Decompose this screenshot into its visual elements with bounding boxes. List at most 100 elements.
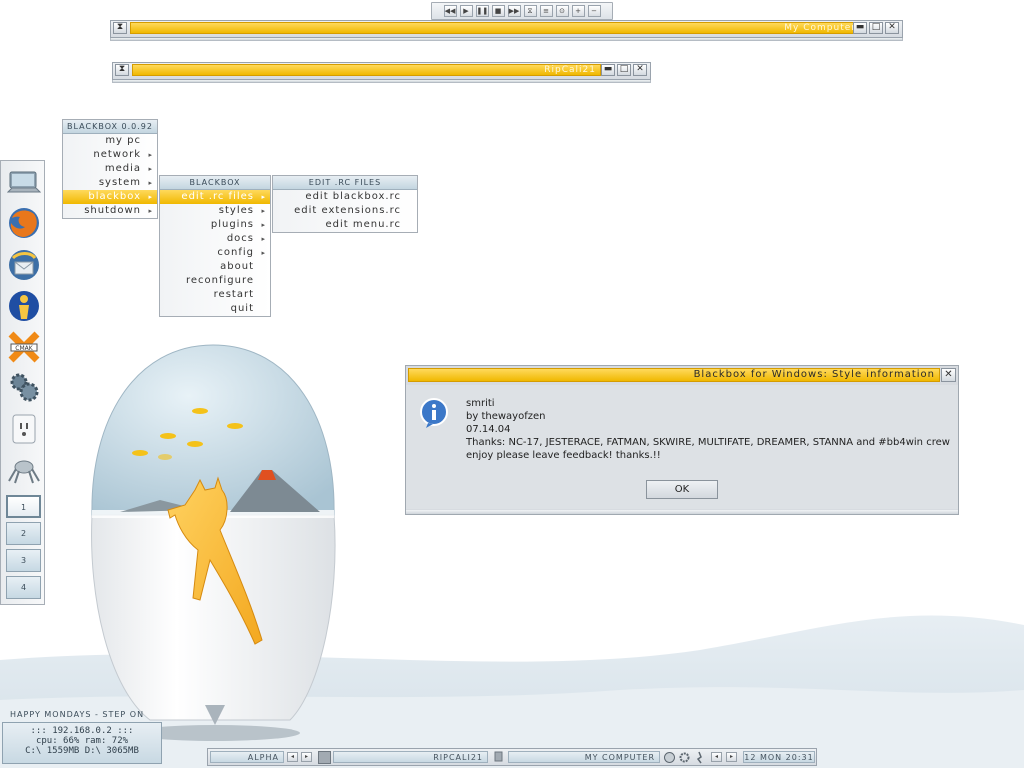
menu-item-config[interactable]: config ▸: [160, 246, 270, 260]
spider-icon[interactable]: [5, 451, 42, 488]
ip-address: ::: 192.168.0.2 :::: [30, 726, 134, 736]
prev-icon[interactable]: ◀◀: [443, 5, 457, 17]
submenu-arrow-icon: ▸: [261, 193, 266, 201]
window-ripcali[interactable]: ⧗ RipCali21 ▬ □ ✕: [112, 62, 651, 87]
menu-item-my-pc[interactable]: my pc: [63, 134, 157, 148]
volume-down-icon[interactable]: −: [587, 5, 601, 17]
menu-item-label: styles: [218, 205, 254, 216]
computer-icon[interactable]: [5, 164, 42, 201]
task-my-computer[interactable]: MY COMPUTER: [508, 751, 660, 763]
submenu-arrow-icon: ▸: [148, 165, 153, 173]
desktop-button-1[interactable]: 1: [6, 495, 41, 518]
firefox-icon[interactable]: [5, 204, 42, 241]
tray-prev-icon[interactable]: ◂: [711, 752, 722, 762]
cpu-ram-usage: cpu: 66% ram: 72%: [35, 736, 129, 746]
shade-icon[interactable]: ⧗: [113, 22, 127, 34]
submenu-arrow-icon: ▸: [261, 235, 266, 243]
shuffle-icon[interactable]: ⧖: [523, 5, 537, 17]
settings-gears-icon[interactable]: [5, 368, 42, 405]
menu-item-restart[interactable]: restart: [160, 288, 270, 302]
dialog-body: smriti by thewayofzen 07.14.04 Thanks: N…: [406, 385, 958, 509]
playlist-icon[interactable]: ≡: [539, 5, 553, 17]
menu-item-label: reconfigure: [185, 275, 254, 286]
minimize-icon[interactable]: ▬: [853, 22, 867, 34]
menu-item-label: edit blackbox.rc: [305, 191, 401, 202]
menu-item-network[interactable]: network ▸: [63, 148, 157, 162]
menu-title: BLACKBOX: [160, 176, 270, 190]
shade-icon[interactable]: ⧗: [115, 64, 129, 76]
menu-item-shutdown[interactable]: shutdown ▸: [63, 204, 157, 218]
maximize-icon[interactable]: □: [617, 64, 631, 76]
style-date: 07.14.04: [466, 424, 511, 435]
menu-item-label: system: [98, 177, 141, 188]
menu-item-system[interactable]: system ▸: [63, 176, 157, 190]
workspace-label[interactable]: ALPHA: [210, 751, 284, 763]
left-dock: CMAK 1 2 3 4: [0, 160, 45, 605]
desktop-button-3[interactable]: 3: [6, 549, 41, 572]
menu-item-styles[interactable]: styles ▸: [160, 204, 270, 218]
menu-item-edit-menu-rc[interactable]: edit menu.rc: [273, 218, 417, 232]
menu-item-blackbox[interactable]: blackbox ▸: [63, 190, 157, 204]
tray-network-icon[interactable]: [663, 751, 676, 764]
menu-item-about[interactable]: about: [160, 260, 270, 274]
menu-title: BLACKBOX 0.0.92: [63, 120, 157, 134]
task-ripcali[interactable]: RIPCALI21: [333, 751, 488, 763]
clock: 12 MON 20:31: [743, 751, 815, 763]
menu-item-docs[interactable]: docs ▸: [160, 232, 270, 246]
tray-antivirus-icon[interactable]: [693, 751, 706, 764]
ok-button[interactable]: OK: [646, 480, 718, 499]
close-icon[interactable]: ✕: [885, 22, 899, 34]
close-icon[interactable]: ✕: [633, 64, 647, 76]
play-icon[interactable]: ▶: [459, 5, 473, 17]
workspace-next-icon[interactable]: ▸: [301, 752, 312, 762]
menu-item-plugins[interactable]: plugins ▸: [160, 218, 270, 232]
menu-item-reconfigure[interactable]: reconfigure: [160, 274, 270, 288]
menu-item-label: media: [104, 163, 141, 174]
workspace-prev-icon[interactable]: ◂: [287, 752, 298, 762]
submenu-arrow-icon: ▸: [148, 179, 153, 187]
tray-gear-icon[interactable]: [678, 751, 691, 764]
style-thanks: Thanks: NC-17, JESTERACE, FATMAN, SKWIRE…: [466, 437, 950, 448]
repeat-icon[interactable]: ⊙: [555, 5, 569, 17]
menu-item-edit-extensions-rc[interactable]: edit extensions.rc: [273, 204, 417, 218]
menu-item-label: plugins: [210, 219, 254, 230]
minimize-icon[interactable]: ▬: [601, 64, 615, 76]
menu-item-label: quit: [230, 303, 254, 314]
menu-item-label: about: [220, 261, 254, 272]
menu-item-label: network: [93, 149, 141, 160]
volume-up-icon[interactable]: +: [571, 5, 585, 17]
menu-item-media[interactable]: media ▸: [63, 162, 157, 176]
style-author: by thewayofzen: [466, 411, 546, 422]
stop-icon[interactable]: ■: [491, 5, 505, 17]
menu-item-edit-rc-files[interactable]: edit .rc files ▸: [160, 190, 270, 204]
messenger-icon[interactable]: [5, 287, 42, 324]
submenu-arrow-icon: ▸: [148, 207, 153, 215]
menu-title: EDIT .RC FILES: [273, 176, 417, 190]
svg-text:CMAK: CMAK: [15, 345, 33, 352]
menu-item-quit[interactable]: quit: [160, 302, 270, 316]
menu-items: edit blackbox.rc edit extensions.rc edit m…: [273, 190, 417, 232]
menu-item-label: restart: [213, 289, 254, 300]
menu-item-edit-blackbox-rc[interactable]: edit blackbox.rc: [273, 190, 417, 204]
info-icon: [418, 397, 450, 432]
window-my-computer[interactable]: ⧗ My Computer ▬ □ ✕: [110, 20, 903, 45]
menu-item-label: edit menu.rc: [325, 219, 401, 230]
media-control-bar: ◀◀ ▶ ❚❚ ■ ▶▶ ⧖ ≡ ⊙ + −: [431, 2, 613, 20]
dialog-title[interactable]: Blackbox for Windows: Style information: [408, 368, 940, 382]
menu-item-label: edit .rc files: [181, 191, 254, 202]
crossover-icon[interactable]: CMAK: [5, 328, 42, 365]
desktop-button-2[interactable]: 2: [6, 522, 41, 545]
menu-item-label: edit extensions.rc: [294, 205, 401, 216]
task-ripcali-icon[interactable]: [318, 751, 331, 764]
thunderbird-icon[interactable]: [5, 246, 42, 283]
tray-next-icon[interactable]: ▸: [726, 752, 737, 762]
task-my-computer-icon[interactable]: [492, 751, 505, 764]
close-icon[interactable]: ✕: [941, 368, 956, 382]
pause-icon[interactable]: ❚❚: [475, 5, 489, 17]
desktop-button-4[interactable]: 4: [6, 576, 41, 599]
next-icon[interactable]: ▶▶: [507, 5, 521, 17]
submenu-arrow-icon: ▸: [148, 193, 153, 201]
maximize-icon[interactable]: □: [869, 22, 883, 34]
power-outlet-icon[interactable]: [5, 410, 42, 447]
style-note: enjoy please leave feedback! thanks.!!: [466, 450, 661, 461]
